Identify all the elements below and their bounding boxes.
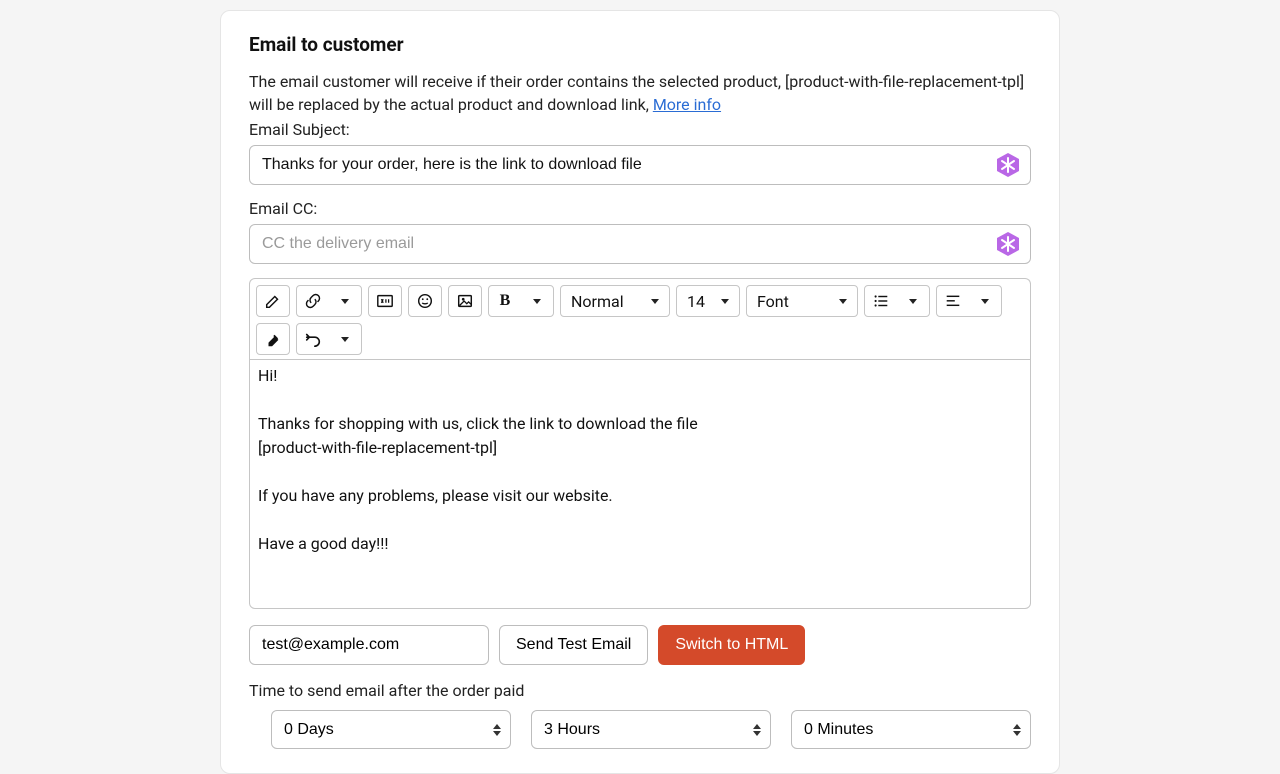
emoji-icon[interactable] <box>409 286 441 316</box>
edit-pencil-icon[interactable] <box>257 286 289 316</box>
ai-suggest-icon[interactable] <box>995 152 1021 178</box>
paragraph-style-select[interactable]: Normal <box>561 286 669 316</box>
template-variable-icon[interactable] <box>369 286 401 316</box>
switch-to-html-button[interactable]: Switch to HTML <box>658 625 805 665</box>
test-email-row: Send Test Email Switch to HTML <box>249 625 1031 665</box>
undo-icon[interactable] <box>297 324 329 354</box>
card-title: Email to customer <box>249 33 1031 56</box>
delay-hours-select[interactable]: 3 Hours <box>531 710 771 749</box>
test-email-input[interactable] <box>249 625 489 665</box>
delay-days-select[interactable]: 0 Days <box>271 710 511 749</box>
align-icon[interactable] <box>937 286 969 316</box>
delay-row: 0 Days 3 Hours 0 Minutes <box>249 710 1031 749</box>
bold-dropdown[interactable] <box>521 286 553 316</box>
undo-dropdown[interactable] <box>329 324 361 354</box>
delay-minutes-select[interactable]: 0 Minutes <box>791 710 1031 749</box>
link-dropdown[interactable] <box>329 286 361 316</box>
paragraph-style-value: Normal <box>571 292 624 311</box>
link-icon[interactable] <box>297 286 329 316</box>
align-dropdown[interactable] <box>969 286 1001 316</box>
subject-field-wrap <box>249 145 1031 185</box>
ai-suggest-icon[interactable] <box>995 231 1021 257</box>
subject-input[interactable] <box>249 145 1031 185</box>
email-settings-card: Email to customer The email customer wil… <box>220 10 1060 774</box>
list-dropdown[interactable] <box>897 286 929 316</box>
cc-field-wrap <box>249 224 1031 264</box>
list-icon[interactable] <box>865 286 897 316</box>
delay-label: Time to send email after the order paid <box>249 681 1031 700</box>
subject-label: Email Subject: <box>249 120 1031 139</box>
bold-button[interactable]: B <box>489 286 521 316</box>
card-description: The email customer will receive if their… <box>249 70 1031 116</box>
more-info-link[interactable]: More info <box>653 95 721 114</box>
description-text: The email customer will receive if their… <box>249 72 1024 114</box>
font-family-select[interactable]: Font <box>747 286 857 316</box>
image-icon[interactable] <box>449 286 481 316</box>
email-body-editor[interactable]: Hi! Thanks for shopping with us, click t… <box>249 359 1031 609</box>
font-size-select[interactable]: 14 <box>677 286 739 316</box>
cc-input[interactable] <box>249 224 1031 264</box>
font-family-value: Font <box>757 292 789 311</box>
clear-format-icon[interactable] <box>257 324 289 354</box>
send-test-email-button[interactable]: Send Test Email <box>499 625 648 665</box>
font-size-value: 14 <box>687 292 705 311</box>
cc-label: Email CC: <box>249 199 1031 218</box>
editor-toolbar: B Normal 14 Font <box>249 278 1031 359</box>
